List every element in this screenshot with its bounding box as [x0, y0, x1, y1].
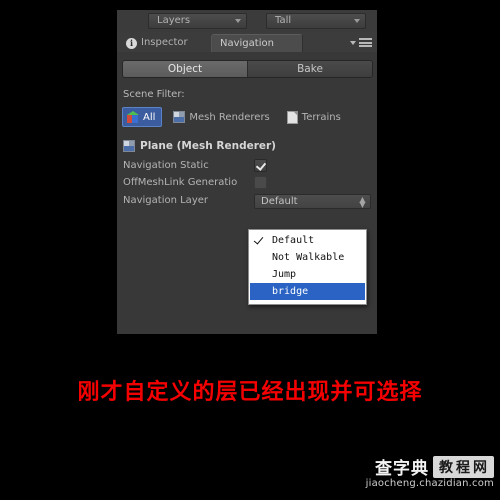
- watermark: 查字典 教程网 jiaocheng.chazidian.com: [356, 455, 494, 496]
- hamburger-icon: [359, 38, 372, 47]
- watermark-brand: 查字典: [375, 459, 429, 479]
- watermark-brand-tag: 教程网: [433, 455, 494, 478]
- terrain-icon: [286, 110, 298, 124]
- navigation-static-label: Navigation Static: [123, 160, 209, 171]
- scene-filter-mesh-renderers-label: Mesh Renderers: [189, 111, 270, 123]
- chevron-down-icon: [354, 19, 360, 23]
- panel-tab-bar: i Inspector Navigation: [117, 32, 377, 53]
- tab-object[interactable]: Object: [123, 61, 247, 77]
- popup-item-jump[interactable]: Jump: [250, 266, 365, 283]
- tab-bake[interactable]: Bake: [247, 61, 372, 77]
- editor-toolbar: Layers Tall: [117, 10, 377, 33]
- tab-inspector-label: Inspector: [141, 37, 188, 48]
- tab-inspector[interactable]: i Inspector: [121, 34, 207, 52]
- scene-filter-terrains-label: Terrains: [301, 111, 341, 123]
- scene-filter-title: Scene Filter:: [123, 89, 185, 100]
- navigation-layer-value: Default: [261, 196, 298, 207]
- mesh-renderer-icon: [123, 140, 135, 152]
- layers-dropdown[interactable]: Layers: [148, 13, 247, 29]
- popup-item-default-label: Default: [272, 235, 315, 246]
- object-header-label: Plane (Mesh Renderer): [140, 140, 276, 152]
- chevron-down-icon: [235, 19, 241, 23]
- property-row-navigation-static: Navigation Static: [123, 159, 371, 175]
- mode-tab-group: Object Bake: [122, 60, 373, 78]
- navigation-layer-popup-menu[interactable]: Default Not Walkable Jump bridge: [248, 229, 367, 305]
- info-icon: i: [126, 38, 137, 49]
- layers-dropdown-label: Layers: [157, 15, 191, 26]
- cube-icon: [126, 110, 139, 124]
- property-row-navigation-layer: Navigation Layer Default ▲ ▼: [123, 194, 371, 210]
- panel-options-menu-icon[interactable]: [350, 38, 372, 48]
- watermark-url: jiaocheng.chazidian.com: [365, 478, 494, 489]
- offmeshlink-generation-label: OffMeshLink Generatio: [123, 177, 238, 188]
- watermark-brand-row: 查字典 教程网: [356, 455, 494, 479]
- caption-text: 刚才自定义的层已经出现并可选择: [77, 380, 423, 405]
- popup-item-not-walkable-label: Not Walkable: [272, 252, 345, 263]
- object-header: Plane (Mesh Renderer): [123, 140, 276, 152]
- layout-dropdown-label: Tall: [275, 15, 292, 26]
- tab-navigation-label: Navigation: [220, 38, 274, 49]
- layout-dropdown[interactable]: Tall: [266, 13, 366, 29]
- chevron-down-icon: [350, 41, 356, 45]
- check-icon: [253, 234, 264, 245]
- scene-filter-terrains[interactable]: Terrains: [284, 107, 347, 127]
- tab-navigation[interactable]: Navigation: [211, 34, 303, 52]
- scene-filter-group: All Mesh Renderers Terrains: [122, 107, 355, 127]
- updown-arrows-icon: ▲ ▼: [359, 195, 366, 209]
- popup-item-bridge[interactable]: bridge: [250, 283, 365, 300]
- popup-item-not-walkable[interactable]: Not Walkable: [250, 249, 365, 266]
- offmeshlink-generation-checkbox[interactable]: [254, 176, 267, 189]
- navigation-layer-dropdown[interactable]: Default ▲ ▼: [254, 194, 371, 209]
- mesh-renderer-icon: [173, 111, 186, 123]
- scene-filter-mesh-renderers[interactable]: Mesh Renderers: [170, 107, 275, 127]
- scene-filter-all-label: All: [143, 111, 156, 123]
- property-row-offmeshlink-generation: OffMeshLink Generatio: [123, 176, 371, 192]
- popup-item-bridge-label: bridge: [272, 286, 309, 297]
- navigation-layer-label: Navigation Layer: [123, 195, 208, 206]
- scene-filter-all[interactable]: All: [122, 107, 163, 127]
- popup-item-default[interactable]: Default: [250, 232, 365, 249]
- navigation-static-checkbox[interactable]: [254, 159, 267, 172]
- popup-item-jump-label: Jump: [272, 269, 297, 280]
